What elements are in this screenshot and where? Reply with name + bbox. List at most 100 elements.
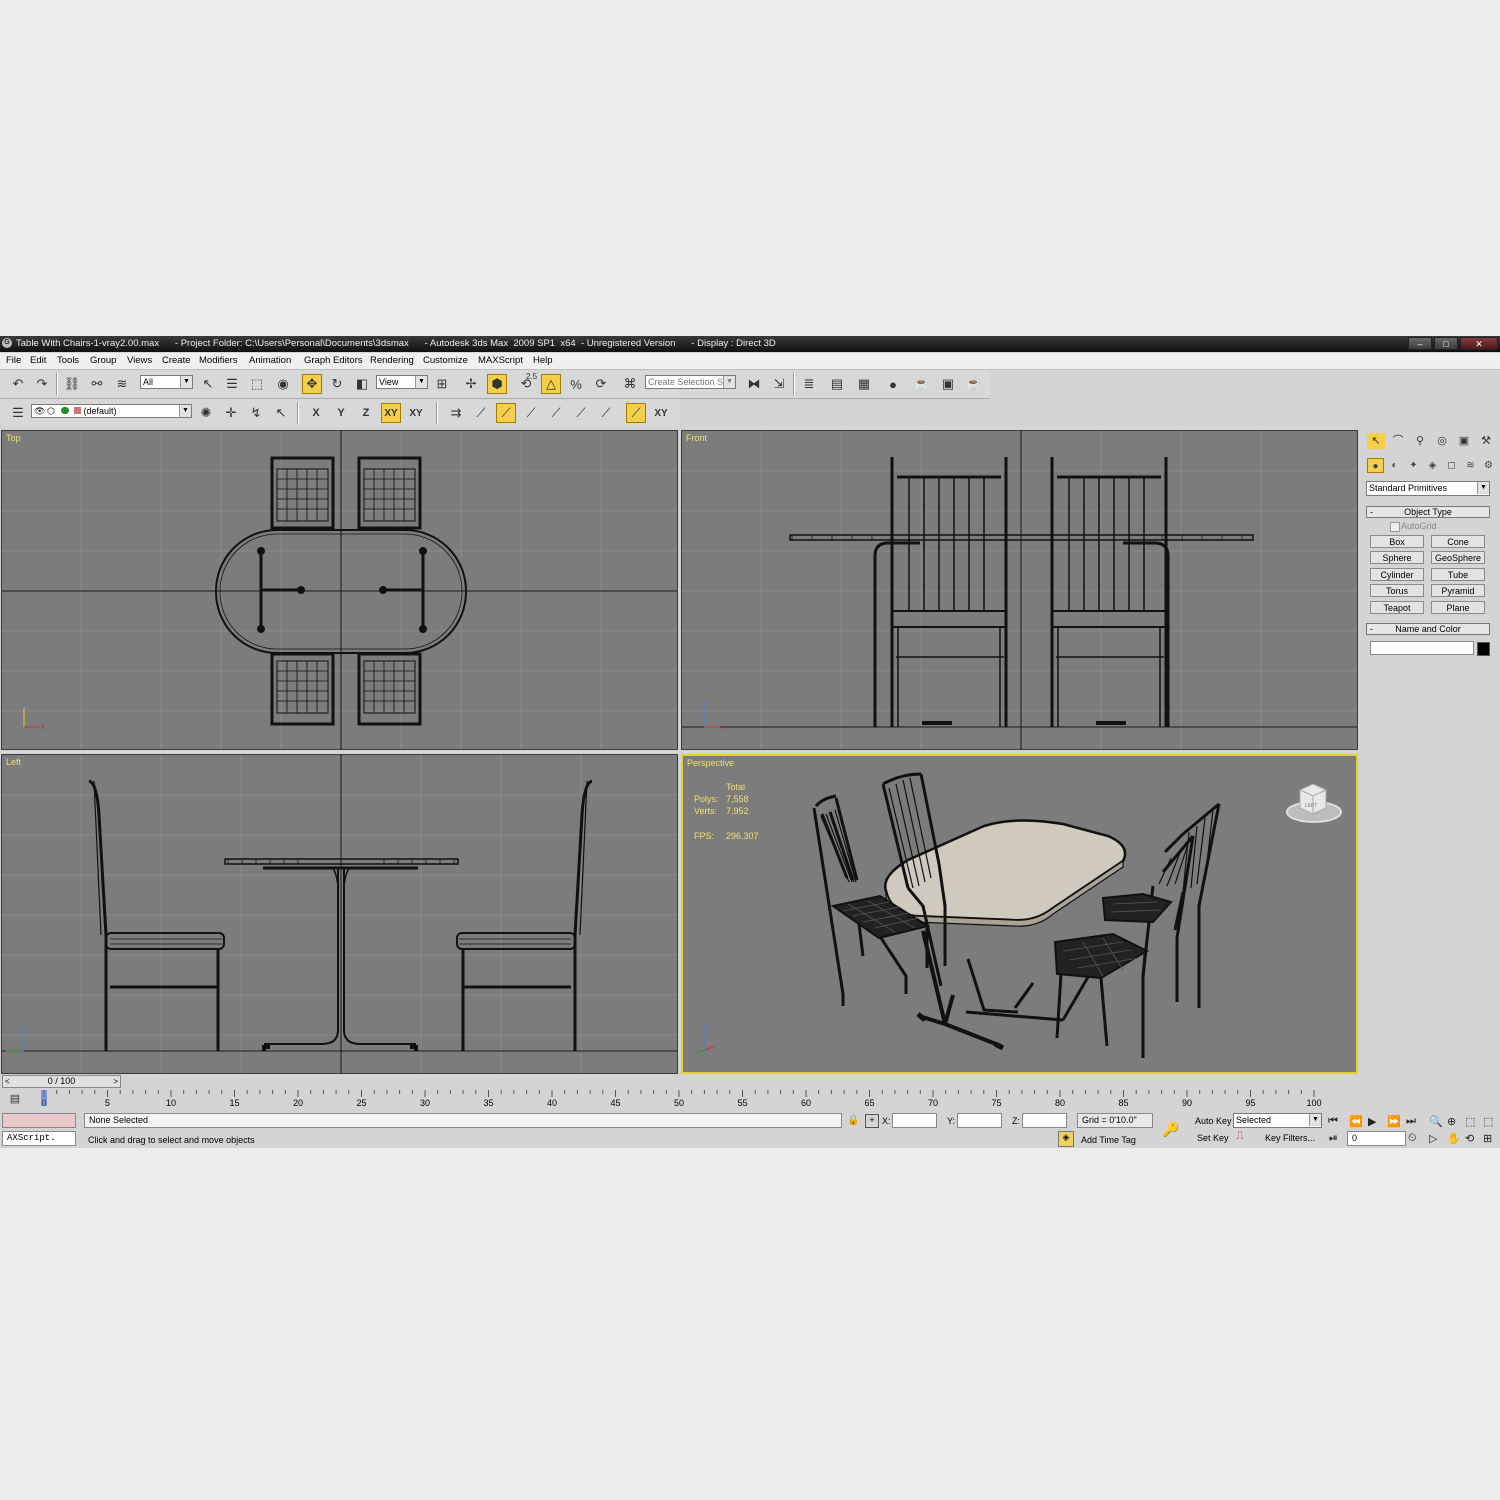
snap-endpoint-icon[interactable]: ⟋ [471, 403, 491, 423]
default-tangent-icon[interactable]: ⎍ [1236, 1130, 1244, 1143]
selection-filter-dropdown[interactable]: All ▼ [140, 375, 193, 389]
layer-visibility-icon[interactable]: 👁 [34, 406, 45, 417]
current-frame-input[interactable]: 0 [1347, 1131, 1406, 1146]
menu-maxscript[interactable]: MAXScript [478, 355, 523, 366]
maxscript-listener-input[interactable]: AXScript. [2, 1131, 76, 1146]
create-new-layer-icon[interactable]: ✺ [196, 403, 216, 423]
layer-render-icon[interactable] [61, 407, 69, 414]
torus-button[interactable]: Torus [1370, 584, 1424, 597]
set-current-layer-icon[interactable]: ↖ [271, 403, 291, 423]
edit-named-selection-icon[interactable]: ⌘ [620, 374, 640, 394]
keyboard-shortcut-override-icon[interactable]: ⬢ [487, 374, 507, 394]
menu-help[interactable]: Help [533, 355, 553, 366]
curve-editor-mini-icon[interactable]: ▤ [6, 1090, 24, 1106]
y-coord-input[interactable] [957, 1113, 1002, 1128]
menu-modifiers[interactable]: Modifiers [199, 355, 238, 366]
select-in-layer-icon[interactable]: ↯ [246, 403, 266, 423]
go-to-end-icon[interactable]: ⏭ [1406, 1115, 1416, 1128]
go-to-start-icon[interactable]: ⏮ [1328, 1115, 1338, 1128]
maxscript-listener-top[interactable] [2, 1113, 76, 1128]
select-by-name-icon[interactable]: ☰ [222, 374, 242, 394]
lock-selection-icon[interactable]: 🔒 [847, 1115, 859, 1126]
curve-editor-icon[interactable]: ▤ [827, 374, 847, 394]
menu-file[interactable]: File [6, 355, 21, 366]
name-and-color-rollout[interactable]: - Name and Color [1366, 623, 1490, 635]
quick-render-icon[interactable]: ☕ [964, 374, 984, 394]
app-icon[interactable]: G [2, 338, 12, 348]
z-coord-input[interactable] [1022, 1113, 1067, 1128]
select-object-icon[interactable]: ↖ [198, 374, 218, 394]
hierarchy-tab-icon[interactable]: ⚲ [1411, 433, 1429, 449]
axis-y-button[interactable]: Y [331, 403, 351, 423]
utilities-tab-icon[interactable]: ⚒ [1477, 433, 1495, 449]
viewcube[interactable]: LEFT [1286, 783, 1342, 823]
menu-tools[interactable]: Tools [57, 355, 79, 366]
menu-graph-editors[interactable]: Graph Editors [304, 355, 363, 366]
motion-tab-icon[interactable]: ◎ [1433, 433, 1451, 449]
viewport-label-front[interactable]: Front [686, 433, 707, 443]
bind-to-space-warp-icon[interactable]: ≋ [112, 374, 132, 394]
current-frame-marker[interactable] [41, 1090, 47, 1106]
menu-group[interactable]: Group [90, 355, 116, 366]
snap-edge-icon[interactable]: ⟋ [521, 403, 541, 423]
rendered-frame-window-icon[interactable]: ▣ [938, 374, 958, 394]
viewport-left[interactable]: z Left [1, 754, 678, 1074]
axis-xy-button[interactable]: XY [381, 403, 401, 423]
window-crossing-icon[interactable]: ◉ [273, 374, 293, 394]
next-frame-icon[interactable]: ⏩ [1387, 1115, 1401, 1128]
snap-xy-icon[interactable]: XY [651, 403, 671, 423]
maximize-button[interactable]: □ [1434, 337, 1458, 350]
render-setup-icon[interactable]: ☕ [912, 374, 932, 394]
object-type-rollout[interactable]: - Object Type [1366, 506, 1490, 518]
modify-tab-icon[interactable]: ⌒ [1389, 433, 1407, 449]
rectangular-selection-icon[interactable]: ⬚ [247, 374, 267, 394]
percent-snap-icon[interactable]: % [566, 374, 586, 394]
add-to-layer-icon[interactable]: ✛ [221, 403, 241, 423]
menu-create[interactable]: Create [162, 355, 191, 366]
layer-color-swatch[interactable] [74, 407, 81, 414]
axis-xy-cycle-button[interactable]: XY [406, 403, 426, 423]
prev-frame-icon[interactable]: < [5, 1076, 10, 1087]
snap-face-icon[interactable]: ⟋ [546, 403, 566, 423]
primitive-category-dropdown[interactable]: Standard Primitives ▼ [1366, 481, 1490, 496]
plane-button[interactable]: Plane [1431, 601, 1485, 614]
timeline-ruler[interactable]: 0510152025303540455055606570758085909510… [28, 1090, 1360, 1108]
orbit-icon[interactable]: ⟲ [1465, 1132, 1474, 1145]
snap-pivot-icon[interactable]: ⟋ [571, 403, 591, 423]
menu-views[interactable]: Views [127, 355, 152, 366]
geometry-icon[interactable]: ● [1367, 458, 1384, 473]
key-filters-button[interactable]: Key Filters... [1265, 1133, 1315, 1143]
menu-rendering[interactable]: Rendering [370, 355, 414, 366]
viewport-top[interactable]: y x Top [1, 430, 678, 750]
next-frame-icon[interactable]: > [113, 1076, 118, 1087]
box-button[interactable]: Box [1370, 535, 1424, 548]
align-icon[interactable]: ⇲ [769, 374, 789, 394]
unlink-selection-icon[interactable]: ⚯ [87, 374, 107, 394]
shapes-icon[interactable]: ◐ [1386, 458, 1403, 473]
named-selection-set-dropdown[interactable]: Create Selection Set ▼ [645, 375, 736, 389]
select-and-move-icon[interactable]: ✥ [302, 374, 322, 394]
maximize-viewport-icon[interactable]: ⊞ [1483, 1132, 1492, 1145]
cameras-icon[interactable]: ◈ [1424, 458, 1441, 473]
snap-bbox-icon[interactable]: ⟋ [596, 403, 616, 423]
close-button[interactable]: ✕ [1460, 337, 1498, 350]
minimize-button[interactable]: – [1408, 337, 1432, 350]
zoom-all-icon[interactable]: ⊕ [1447, 1115, 1456, 1128]
play-icon[interactable]: ▶ [1368, 1115, 1376, 1128]
lights-icon[interactable]: ✦ [1405, 458, 1422, 473]
absolute-mode-icon[interactable]: + [865, 1114, 879, 1128]
select-and-link-icon[interactable]: ⛓ [62, 374, 82, 394]
angle-snap-icon[interactable]: △ [541, 374, 561, 394]
zoom-extents-icon[interactable]: ⬚ [1465, 1115, 1475, 1128]
menu-animation[interactable]: Animation [249, 355, 291, 366]
previous-frame-icon[interactable]: ⏪ [1349, 1115, 1363, 1128]
space-warps-icon[interactable]: ≋ [1462, 458, 1479, 473]
sphere-button[interactable]: Sphere [1370, 551, 1424, 564]
material-editor-icon[interactable]: ● [883, 374, 903, 394]
pyramid-button[interactable]: Pyramid [1431, 584, 1485, 597]
object-name-input[interactable] [1370, 641, 1474, 655]
select-and-manipulate-icon[interactable]: ✢ [461, 374, 481, 394]
schematic-view-icon[interactable]: ▦ [854, 374, 874, 394]
field-of-view-icon[interactable]: ▷ [1429, 1132, 1437, 1145]
select-and-scale-icon[interactable]: ◧ [352, 374, 372, 394]
